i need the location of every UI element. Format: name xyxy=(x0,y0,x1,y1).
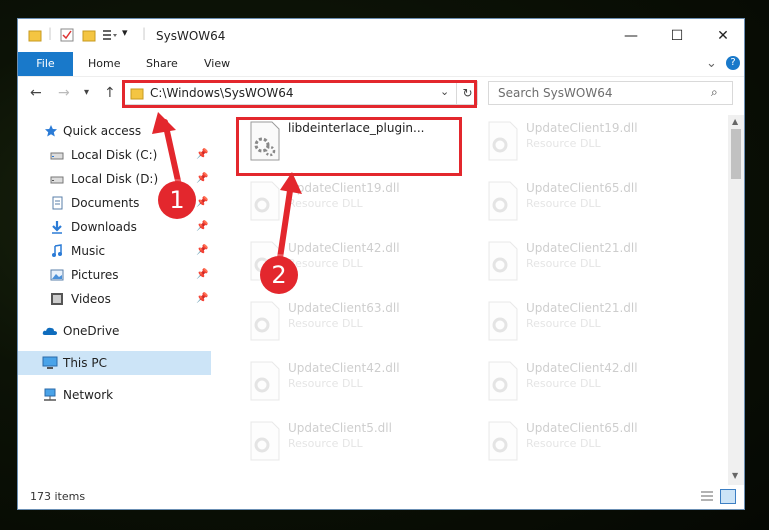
arrow-1-shaft xyxy=(162,119,183,193)
arrow-2-head xyxy=(280,172,302,194)
arrow-1-head xyxy=(152,112,176,134)
step-1-badge: 1 xyxy=(158,181,196,219)
annotation-arrows xyxy=(152,112,302,261)
step-2-badge: 2 xyxy=(260,256,298,294)
arrow-2-shaft xyxy=(277,181,294,261)
